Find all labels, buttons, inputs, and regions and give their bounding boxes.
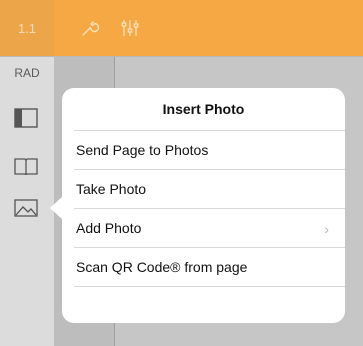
sliders-icon[interactable] [120, 18, 140, 38]
popover-title: Insert Photo [162, 101, 245, 117]
angle-mode-label[interactable]: RAD [0, 66, 54, 80]
top-toolbar: 1.1 [0, 0, 363, 57]
page-tab-label: 1.1 [17, 20, 37, 36]
photo-icon[interactable] [12, 197, 40, 219]
insert-photo-popover: Insert Photo Send Page to Photos Take Ph… [62, 88, 345, 323]
chevron-right-icon: › [324, 221, 329, 237]
menu-item-label: Send Page to Photos [76, 142, 209, 158]
menu-item-add-photo[interactable]: Add Photo › [62, 209, 345, 247]
wrench-icon[interactable] [80, 18, 100, 38]
menu-item-take-photo[interactable]: Take Photo [62, 170, 345, 208]
sidebar: RAD [0, 57, 54, 346]
menu-item-send-page-to-photos[interactable]: Send Page to Photos [62, 131, 345, 169]
page-layout-icon[interactable] [12, 107, 40, 129]
menu-item-label: Take Photo [76, 181, 147, 197]
menu-item-label: Scan QR Code® from page [76, 259, 248, 275]
menu-item-label: Add Photo [76, 220, 142, 236]
book-icon[interactable] [12, 155, 40, 177]
menu-divider [74, 286, 345, 287]
menu-item-scan-qr-code[interactable]: Scan QR Code® from page [62, 248, 345, 286]
page-tab[interactable]: 1.1 [0, 0, 54, 56]
